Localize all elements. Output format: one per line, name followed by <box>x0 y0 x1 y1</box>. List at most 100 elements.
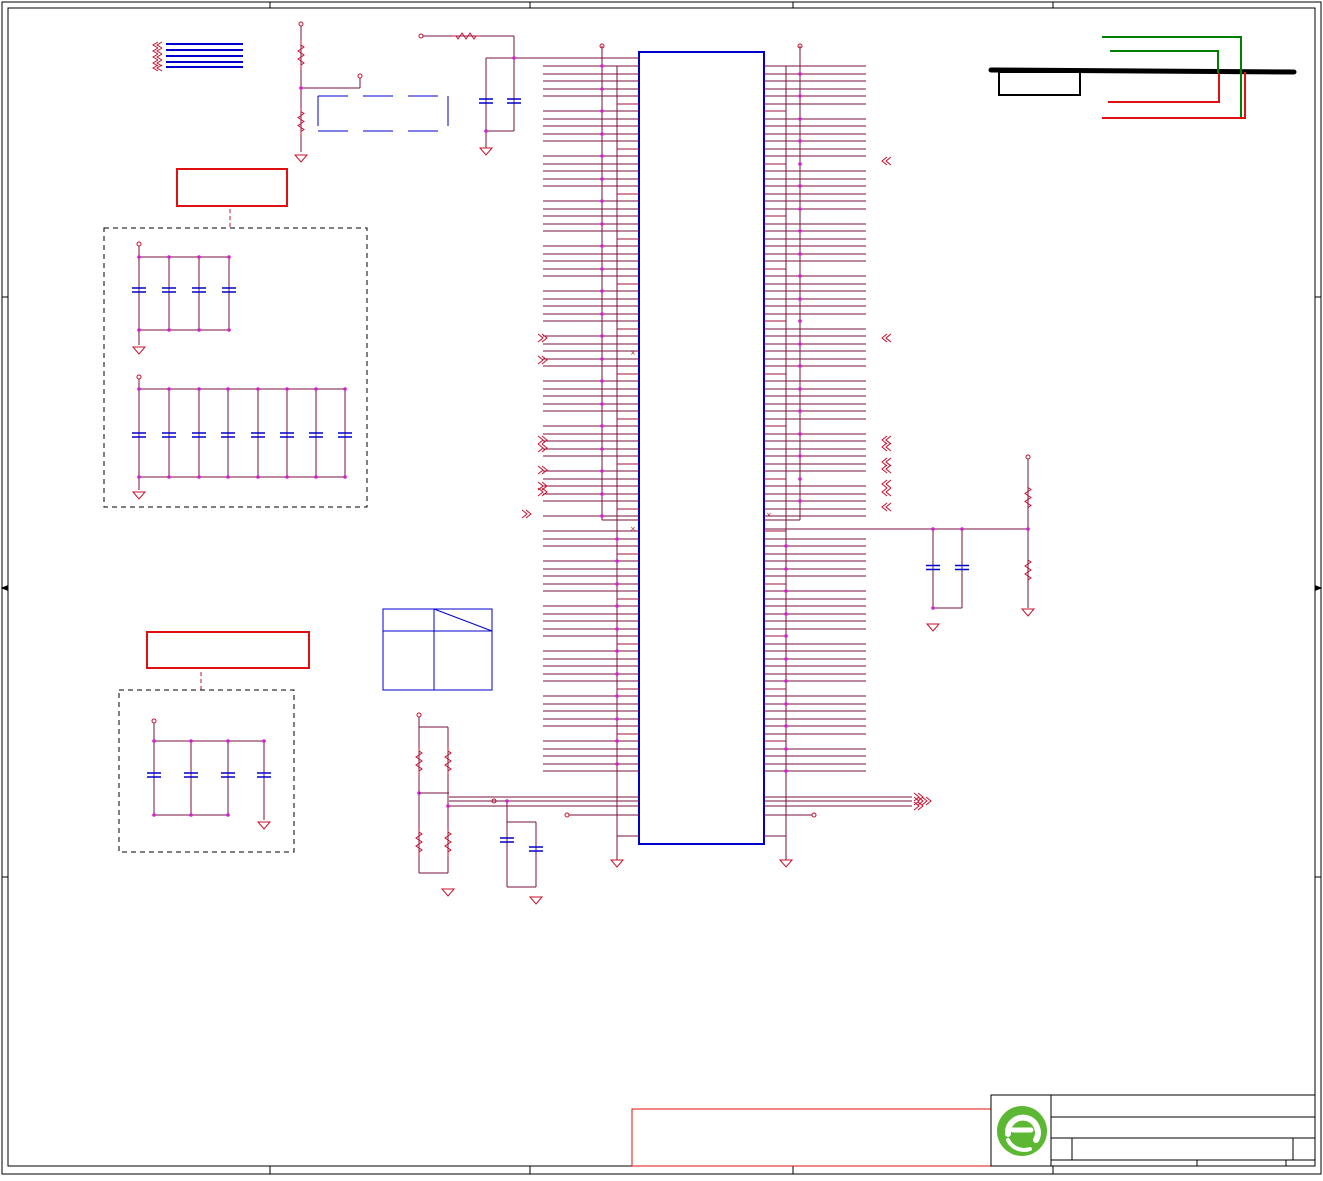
junction-dot <box>615 694 619 698</box>
decoupling-group-2-label <box>146 631 310 669</box>
option-table <box>382 608 493 691</box>
junction-dot <box>615 762 619 766</box>
junction-dot <box>615 739 619 743</box>
junction-dot <box>167 387 171 391</box>
notes-box <box>631 1108 992 1167</box>
ground-symbol-icon <box>440 888 456 897</box>
junction-dot <box>784 544 788 548</box>
junction-dot <box>197 475 201 479</box>
junction-dot <box>189 739 193 743</box>
junction-dot <box>784 612 788 616</box>
ground-symbol-icon <box>528 896 544 905</box>
junction-dot <box>615 672 619 676</box>
decoupling-group-1-label <box>176 168 288 207</box>
junction-dot <box>798 229 802 233</box>
revision-annotation <box>988 36 1297 119</box>
junction-dot <box>600 199 604 203</box>
junction-dot <box>931 527 935 531</box>
junction-dot <box>615 582 619 586</box>
junction-dot <box>798 274 802 278</box>
junction-dot <box>137 328 141 332</box>
junction-dot <box>285 387 289 391</box>
junction-dot <box>798 499 802 503</box>
junction-dot <box>600 87 604 91</box>
junction-dot <box>600 379 604 383</box>
power-rail-icon <box>136 374 142 380</box>
junction-dot <box>189 813 193 817</box>
junction-dot <box>600 357 604 361</box>
decoupling-caps-1 <box>131 241 352 500</box>
junction-dot <box>798 117 802 121</box>
junction-dot <box>256 475 260 479</box>
junction-dot <box>615 627 619 631</box>
junction-dot <box>798 297 802 301</box>
junction-dot <box>798 72 802 76</box>
junction-dot <box>615 604 619 608</box>
power-rail-icon <box>1025 454 1031 460</box>
junction-dot <box>784 657 788 661</box>
junction-dot <box>784 702 788 706</box>
junction-dot <box>505 799 509 803</box>
off-page-connector-icon <box>537 435 548 445</box>
ground-symbol-icon <box>293 154 309 163</box>
junction-dot <box>299 86 303 90</box>
junction-dot <box>343 387 347 391</box>
no-connect-mark: × <box>766 511 772 519</box>
junction-dot <box>446 804 450 808</box>
junction-dot <box>167 328 171 332</box>
junction-dot <box>600 469 604 473</box>
ic-power-rails <box>601 46 801 860</box>
power-rail-icon <box>136 241 142 247</box>
junction-dot <box>137 255 141 259</box>
junction-dot <box>314 475 318 479</box>
junction-dot <box>600 447 604 451</box>
ground-symbol-icon <box>256 821 272 830</box>
junction-dot <box>600 289 604 293</box>
junction-dot <box>600 312 604 316</box>
decoupling-group-1 <box>103 227 368 508</box>
junction-dot <box>600 492 604 496</box>
junction-dot <box>600 514 604 518</box>
junction-dot <box>137 475 141 479</box>
junction-dot <box>784 747 788 751</box>
junction-dot <box>343 475 347 479</box>
junction-dot <box>484 129 488 133</box>
no-connect-mark: × <box>630 525 636 533</box>
off-page-connector-icon <box>881 333 892 343</box>
right-rc-network <box>925 454 1036 632</box>
off-page-connector-icon <box>881 479 892 489</box>
junction-dot <box>784 769 788 773</box>
junction-dot <box>784 679 788 683</box>
ground-symbol-icon <box>609 859 625 868</box>
power-rail-icon <box>357 73 363 79</box>
no-connect-mark: × <box>630 349 636 357</box>
junction-dot <box>226 475 230 479</box>
junction-dot <box>798 319 802 323</box>
junction-dot <box>798 454 802 458</box>
drawing-frame <box>0 1 1323 1175</box>
junction-dot <box>798 162 802 166</box>
junction-dot <box>600 244 604 248</box>
schematic-drawing: × × × <box>0 1 1323 1175</box>
junction-dot <box>314 387 318 391</box>
junction-dot <box>798 342 802 346</box>
junction-dot <box>1026 527 1030 531</box>
junction-dot <box>226 813 230 817</box>
off-page-connector-icon <box>881 502 892 512</box>
ground-symbol-icon <box>778 859 794 868</box>
off-page-connector-icon <box>537 443 548 453</box>
off-page-connector-icon <box>913 801 924 811</box>
junction-dot <box>227 328 231 332</box>
main-ic-body <box>638 51 765 845</box>
ground-symbol-icon <box>925 623 941 632</box>
junction-dot <box>600 402 604 406</box>
junction-dot <box>784 567 788 571</box>
ground-symbol-icon <box>131 491 147 500</box>
junction-dot <box>227 255 231 259</box>
junction-dot <box>152 813 156 817</box>
junction-dot <box>960 527 964 531</box>
junction-dot <box>226 387 230 391</box>
junction-dot <box>285 475 289 479</box>
off-page-connector-icon <box>537 355 548 365</box>
junction-dot <box>152 739 156 743</box>
